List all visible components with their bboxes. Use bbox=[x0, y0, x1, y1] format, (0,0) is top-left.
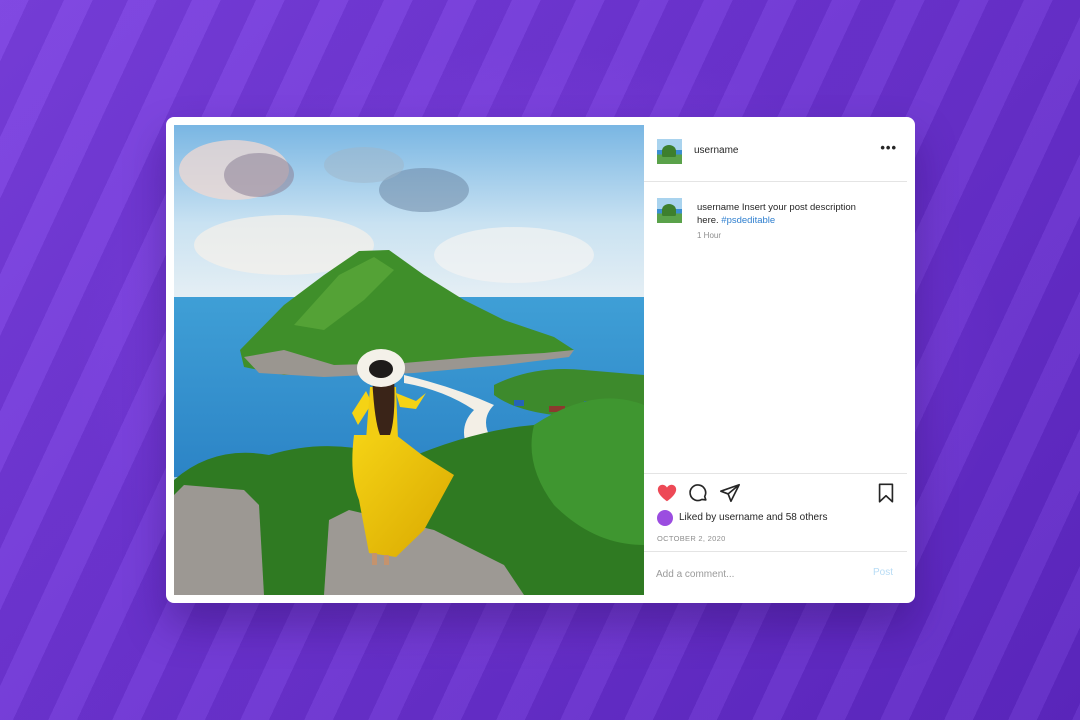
heart-icon bbox=[657, 484, 677, 502]
post-actions-bar bbox=[656, 482, 886, 504]
post-comment-button[interactable]: Post bbox=[873, 567, 893, 578]
liker-avatar[interactable] bbox=[657, 510, 673, 526]
caption-avatar[interactable] bbox=[657, 198, 682, 223]
share-button[interactable] bbox=[719, 482, 741, 504]
share-icon bbox=[720, 483, 740, 503]
likes-text[interactable]: Liked by username and 58 others bbox=[679, 512, 827, 523]
comment-icon bbox=[689, 484, 707, 502]
save-button[interactable] bbox=[875, 482, 897, 504]
post-side-panel: username ••• username Insert your post d… bbox=[644, 117, 907, 603]
likes-username[interactable]: username bbox=[719, 512, 763, 523]
like-button[interactable] bbox=[656, 482, 678, 504]
post-username[interactable]: username bbox=[694, 145, 738, 156]
more-options-icon[interactable]: ••• bbox=[880, 141, 897, 154]
instagram-post-card: username ••• username Insert your post d… bbox=[166, 117, 915, 603]
bookmark-icon bbox=[878, 483, 894, 503]
comment-button[interactable] bbox=[687, 482, 709, 504]
actions-divider bbox=[644, 473, 907, 474]
caption-timestamp: 1 Hour bbox=[697, 231, 722, 240]
post-date: OCTOBER 2, 2020 bbox=[657, 534, 726, 543]
comment-input[interactable] bbox=[656, 567, 846, 581]
caption-hashtag[interactable]: #psdeditable bbox=[721, 215, 775, 226]
post-caption: username Insert your post description he… bbox=[697, 201, 877, 227]
likes-prefix: Liked by bbox=[679, 512, 717, 523]
comment-divider bbox=[644, 551, 907, 552]
island-landscape-image bbox=[174, 125, 644, 595]
likes-suffix[interactable]: and 58 others bbox=[766, 512, 827, 523]
header-divider bbox=[644, 181, 907, 182]
caption-username[interactable]: username bbox=[697, 202, 739, 213]
post-photo[interactable] bbox=[174, 125, 644, 595]
user-avatar[interactable] bbox=[657, 139, 682, 164]
